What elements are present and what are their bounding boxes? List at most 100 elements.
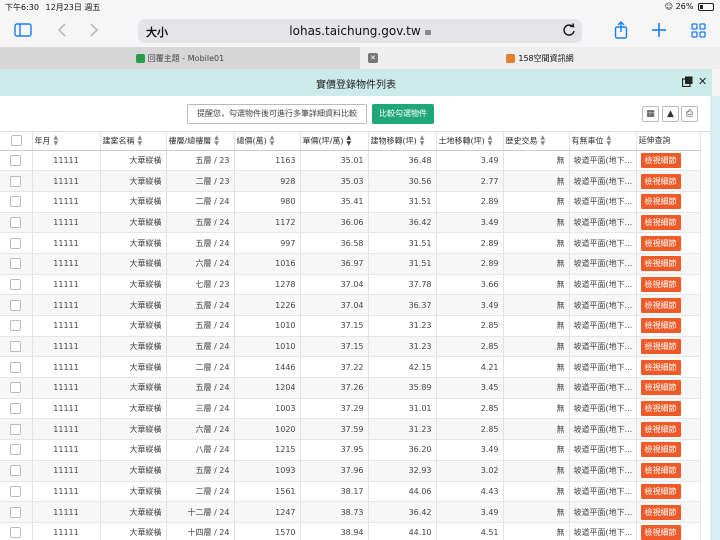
table-cell: 坡道平面(地下... (569, 418, 637, 441)
row-checkbox[interactable] (10, 444, 22, 456)
view-detail-button[interactable]: 檢視細節 (640, 214, 681, 230)
sidebar-toggle-icon[interactable] (12, 20, 34, 40)
row-checkbox[interactable] (10, 258, 22, 270)
col-header[interactable]: 歷史交易 ▲ ▼ (503, 132, 570, 151)
table-cell: 3.49 (436, 150, 504, 172)
col-header[interactable]: 建案名稱 ▲ ▼ (100, 132, 167, 151)
export-icon[interactable]: ▲ (662, 106, 679, 122)
view-detail-button[interactable]: 檢視細節 (640, 173, 681, 189)
col-header-label: 總價(萬) (236, 136, 267, 146)
view-detail-button[interactable]: 檢視細節 (640, 276, 681, 292)
forward-icon[interactable] (86, 20, 102, 40)
table-cell: 無 (503, 336, 570, 358)
share-icon[interactable] (612, 20, 630, 40)
view-detail-button[interactable]: 檢視細節 (640, 525, 681, 540)
row-checkbox[interactable] (10, 361, 22, 373)
view-detail-button[interactable]: 檢視細節 (640, 401, 681, 417)
popout-icon[interactable] (681, 76, 693, 90)
view-detail-button[interactable]: 檢視細節 (640, 318, 681, 334)
row-checkbox[interactable] (10, 320, 22, 332)
col-header-label: 樓層/總樓層 (168, 136, 212, 146)
table-cell: 980 (234, 191, 301, 213)
row-select-cell (0, 418, 33, 441)
view-detail-button[interactable]: 檢視細節 (640, 235, 681, 251)
table-cell: 35.01 (300, 150, 369, 172)
table-cell: 37.59 (300, 418, 369, 441)
select-all-checkbox[interactable] (11, 135, 23, 147)
columns-icon[interactable]: ▦ (642, 106, 659, 122)
view-detail-button[interactable]: 檢視細節 (640, 421, 681, 437)
table-cell: 無 (503, 232, 570, 254)
row-checkbox[interactable] (10, 175, 22, 187)
table-cell: 11111 (32, 336, 101, 358)
view-detail-button[interactable]: 檢視細節 (640, 359, 681, 375)
table-cell: 七層 / 23 (166, 274, 235, 296)
table-cell: 1247 (234, 501, 301, 523)
col-header[interactable]: 土地移轉(坪) ▲ ▼ (436, 132, 504, 151)
col-header[interactable]: 建物移轉(坪) ▲ ▼ (368, 132, 437, 151)
row-checkbox[interactable] (10, 154, 22, 166)
col-header[interactable]: 有無車位 ▲ ▼ (569, 132, 637, 151)
table-row: 11111 大華縱橫 五層 / 24 1010 37.15 31.23 2.85 無坡道平面(… (0, 336, 701, 358)
table-row: 11111 大華縱橫 五層 / 24 1172 36.06 36.42 3.49 無坡道平面(… (0, 212, 701, 234)
new-tab-icon[interactable] (650, 20, 668, 40)
view-detail-button[interactable]: 檢視細節 (640, 256, 681, 272)
row-checkbox[interactable] (10, 485, 22, 497)
row-checkbox[interactable] (10, 527, 22, 539)
table-cell: 大華縱橫 (100, 460, 167, 482)
detail-cell: 檢視細節 (636, 315, 701, 337)
table-cell: 31.23 (368, 418, 437, 441)
view-detail-button[interactable]: 檢視細節 (640, 504, 681, 520)
table-cell: 38.17 (300, 481, 369, 503)
browser-tab-mobile01[interactable]: 回覆主題 - Mobile01 (0, 47, 360, 69)
view-detail-button[interactable]: 檢視細節 (640, 463, 681, 479)
row-checkbox[interactable] (10, 216, 22, 228)
browser-tab-158[interactable]: ✕ 158空間資訊網 (360, 47, 720, 69)
view-detail-button[interactable]: 檢視細節 (640, 483, 681, 499)
table-row: 11111 大華縱橫 五層 / 24 1010 37.15 31.23 2.85 無坡道平面(… (0, 315, 701, 337)
view-detail-button[interactable]: 檢視細節 (640, 380, 681, 396)
detail-cell: 檢視細節 (636, 481, 701, 503)
row-checkbox[interactable] (10, 506, 22, 518)
table-cell: 37.96 (300, 460, 369, 482)
col-header[interactable]: 總價(萬) ▲ ▼ (234, 132, 301, 151)
row-checkbox[interactable] (10, 299, 22, 311)
close-tab-icon[interactable]: ✕ (368, 53, 378, 63)
view-detail-button[interactable]: 檢視細節 (640, 152, 681, 168)
col-header[interactable]: 年月 ▲ ▼ (32, 132, 101, 151)
close-icon[interactable]: ✕ (698, 76, 707, 88)
table-cell: 31.51 (368, 191, 437, 213)
row-checkbox[interactable] (10, 278, 22, 290)
row-checkbox[interactable] (10, 382, 22, 394)
tab-overview-icon[interactable] (688, 20, 708, 40)
table-cell: 五層 / 24 (166, 377, 235, 399)
detail-cell: 檢視細節 (636, 336, 701, 358)
table-cell: 38.73 (300, 501, 369, 523)
detail-cell: 檢視細節 (636, 418, 701, 441)
print-icon[interactable]: ⎙ (681, 106, 698, 122)
view-detail-button[interactable]: 檢視細節 (640, 339, 681, 355)
table-row: 11111 大華縱橫 五層 / 24 997 36.58 31.51 2.89 無坡道平面(地… (0, 232, 701, 254)
back-icon[interactable] (54, 20, 70, 40)
col-header[interactable]: 樓層/總樓層 ▲ ▼ (166, 132, 235, 151)
row-checkbox[interactable] (10, 465, 22, 477)
col-header[interactable]: 單價(坪/萬) ▲ ▼ (300, 132, 369, 151)
table-cell: 五層 / 24 (166, 336, 235, 358)
table-cell: 37.04 (300, 294, 369, 316)
view-detail-button[interactable]: 檢視細節 (640, 297, 681, 313)
url-display[interactable]: lohas.taichung.gov.tw (138, 24, 582, 38)
compare-button[interactable]: 比較勾選物件 (372, 104, 434, 124)
address-bar[interactable]: 大小 lohas.taichung.gov.tw (138, 19, 582, 43)
table-cell: 二層 / 23 (166, 170, 235, 192)
table-cell: 2.89 (436, 232, 504, 254)
table-cell: 坡道平面(地下... (569, 253, 637, 275)
view-detail-button[interactable]: 檢視細節 (640, 442, 681, 458)
table-cell: 無 (503, 501, 570, 523)
row-checkbox[interactable] (10, 403, 22, 415)
row-checkbox[interactable] (10, 237, 22, 249)
view-detail-button[interactable]: 檢視細節 (640, 194, 681, 210)
reload-icon[interactable] (562, 22, 576, 41)
row-checkbox[interactable] (10, 423, 22, 435)
row-checkbox[interactable] (10, 196, 22, 208)
row-checkbox[interactable] (10, 341, 22, 353)
